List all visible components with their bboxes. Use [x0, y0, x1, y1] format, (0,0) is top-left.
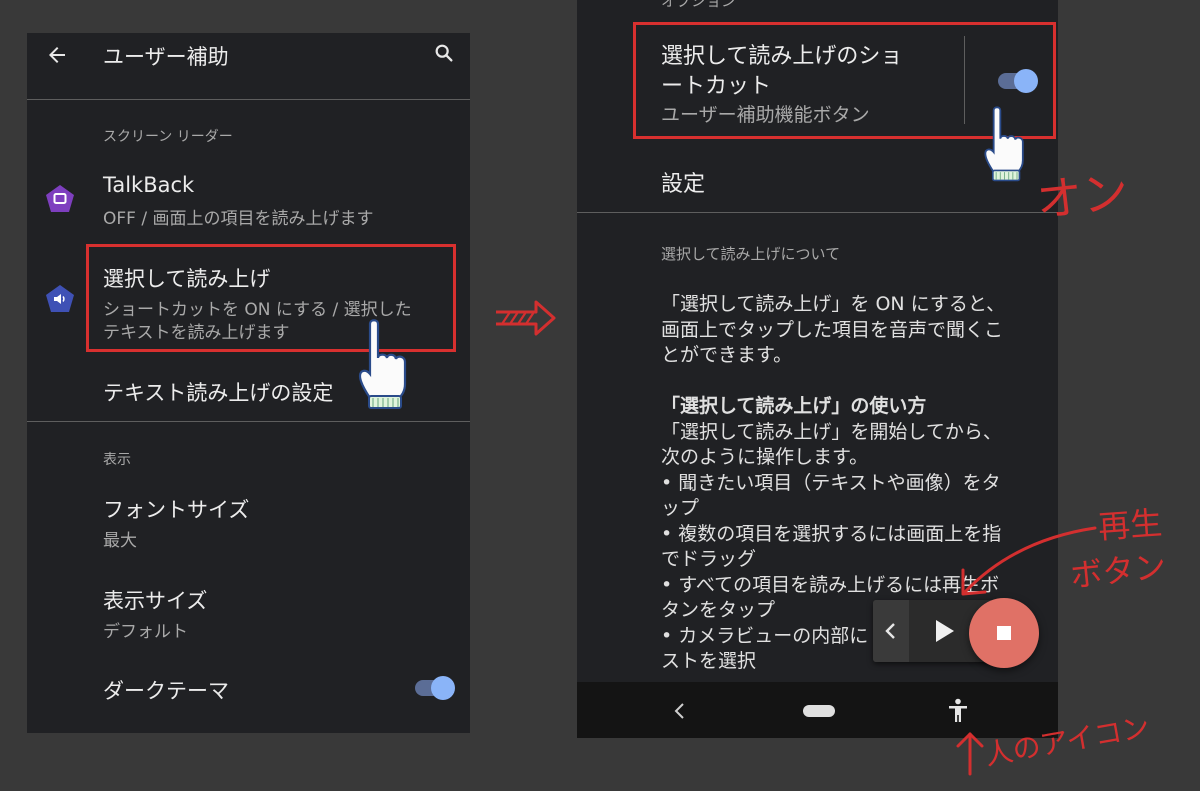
- page-title: ユーザー補助: [103, 45, 229, 69]
- description-paragraph: 「選択して読み上げ」を ON にすると、 画面上でタップした項目を音声で聞くこ …: [661, 292, 1005, 369]
- howto-heading: 「選択して読み上げ」の使い方: [661, 395, 927, 417]
- howto-line: でドラッグ: [661, 548, 757, 570]
- talkback-icon: [46, 185, 74, 212]
- collapse-button[interactable]: [873, 600, 909, 662]
- stop-button[interactable]: [969, 598, 1039, 668]
- nav-back-icon[interactable]: [673, 702, 685, 720]
- stop-icon: [997, 626, 1011, 640]
- howto-line: • 聞きたい項目（テキストや画像）をタ: [661, 471, 1001, 494]
- annotation-play-button-line1: 再生: [1096, 503, 1164, 547]
- dark-theme-title: ダークテーマ: [103, 679, 229, 703]
- talkback-title: TalkBack: [103, 173, 195, 197]
- back-arrow-icon[interactable]: [45, 43, 69, 67]
- font-size-item[interactable]: フォントサイズ 最大: [27, 488, 470, 551]
- display-size-title: 表示サイズ: [103, 589, 208, 613]
- howto-line: • 複数の項目を選択するには画面上を指: [661, 522, 1002, 545]
- pointing-hand-icon: [358, 319, 407, 409]
- nav-home-pill[interactable]: [803, 705, 835, 717]
- howto-line: 次のように操作します。: [661, 446, 869, 468]
- tts-settings-item[interactable]: テキスト読み上げの設定: [103, 377, 333, 407]
- transition-arrow-icon: [496, 300, 556, 336]
- accessibility-person-icon[interactable]: [948, 698, 968, 724]
- pointing-hand-icon-right: [984, 106, 1024, 182]
- description-line: 画面上でタップした項目を音声で聞くこ: [661, 318, 1004, 341]
- select-to-speak-icon: [46, 285, 74, 312]
- chevron-left-icon: [885, 623, 895, 639]
- font-size-title: フォントサイズ: [103, 498, 250, 522]
- dark-theme-toggle[interactable]: [415, 676, 455, 700]
- description-line: 「選択して読み上げ」を ON にすると、: [661, 293, 1006, 315]
- section-header-display: 表示: [103, 452, 131, 468]
- font-size-value: 最大: [103, 531, 137, 551]
- display-size-value: デフォルト: [103, 622, 188, 642]
- about-heading: 選択して読み上げについて: [661, 245, 841, 263]
- howto-line: • すべての項目を読み上げるには再生ボ: [661, 573, 1000, 596]
- description-line: とができます。: [661, 344, 793, 366]
- howto-line: ップ: [661, 497, 700, 519]
- cut-off-section-header: オプション: [661, 0, 737, 10]
- howto-line: 「選択して読み上げ」を開始してから、: [661, 420, 1002, 443]
- section-header-screen-reader: スクリーン リーダー: [103, 129, 233, 145]
- select-to-speak-floating-controls: [873, 598, 1043, 668]
- talkback-item[interactable]: TalkBack OFF / 画面上の項目を読み上げます: [27, 168, 470, 230]
- annotation-arrow-play: [961, 526, 1097, 596]
- annotation-on: オン: [1033, 164, 1131, 228]
- display-size-item[interactable]: 表示サイズ デフォルト: [27, 579, 470, 642]
- section-divider: [27, 421, 470, 422]
- play-icon[interactable]: [933, 619, 955, 643]
- talkback-subtitle: OFF / 画面上の項目を読み上げます: [103, 209, 374, 229]
- settings-item[interactable]: 設定: [661, 166, 705, 198]
- section-divider-right: [577, 212, 1058, 213]
- dark-theme-item[interactable]: ダークテーマ: [27, 669, 470, 709]
- header-divider: [27, 99, 470, 100]
- search-icon[interactable]: [433, 42, 455, 64]
